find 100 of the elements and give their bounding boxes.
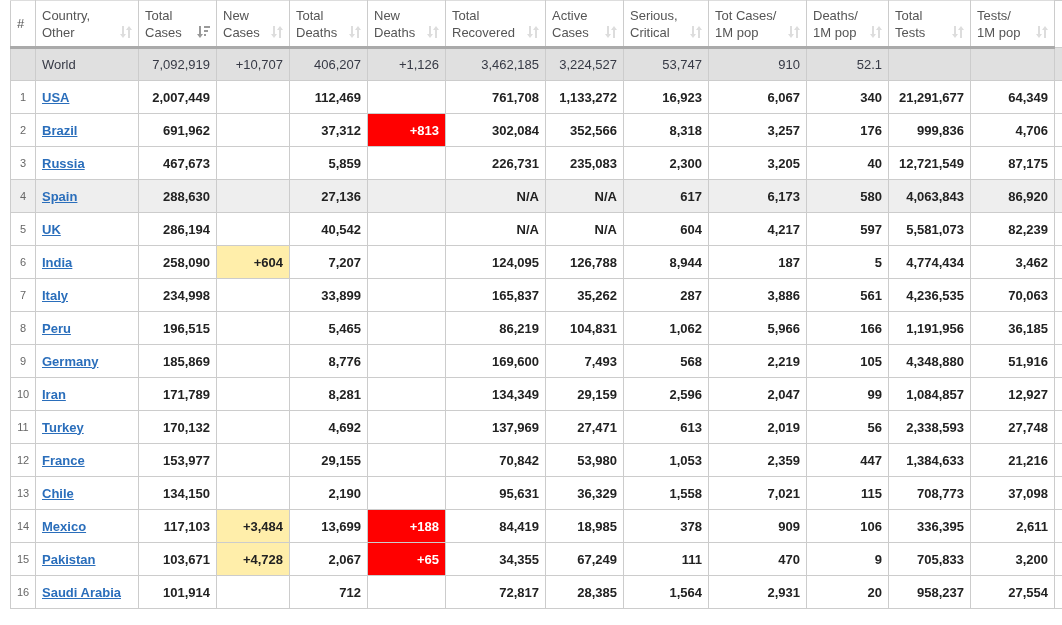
table-cell: 35,262 xyxy=(545,278,624,312)
table-cell: 580 xyxy=(806,179,889,213)
table-cell: 51,916 xyxy=(970,344,1055,378)
table-cell: 82,239 xyxy=(970,212,1055,246)
table-cell: 597 xyxy=(806,212,889,246)
row-number: 5 xyxy=(10,212,36,246)
column-header[interactable]: New Deaths xyxy=(367,0,446,48)
column-header[interactable]: New Cases xyxy=(216,0,290,48)
table-cell: 169,600 xyxy=(445,344,546,378)
table-cell: 33,899 xyxy=(289,278,368,312)
column-header[interactable]: Total Recovered xyxy=(445,0,546,48)
sort-icon[interactable] xyxy=(869,25,883,39)
table-cell: 134,150 xyxy=(138,476,217,510)
column-header[interactable]: Tests/ 1M pop xyxy=(970,0,1055,48)
row-number: 14 xyxy=(10,509,36,543)
table-cell: 2,300 xyxy=(623,146,709,180)
sort-icon[interactable] xyxy=(270,25,284,39)
table-cell: +813 xyxy=(367,113,446,147)
row-number: 12 xyxy=(10,443,36,477)
table-cell: 53,980 xyxy=(545,443,624,477)
table-cell: 185,869 xyxy=(138,344,217,378)
table-cell: 21,216 xyxy=(970,443,1055,477)
table-cell: 470 xyxy=(708,542,807,576)
column-header[interactable]: Deaths/ 1M pop xyxy=(806,0,889,48)
sort-icon[interactable] xyxy=(119,25,133,39)
country-link[interactable]: USA xyxy=(42,89,70,105)
table-cell: 1,062 xyxy=(623,311,709,345)
table-cell: 29,155 xyxy=(289,443,368,477)
table-cell: 352,566 xyxy=(545,113,624,147)
table-cell: 4,063,843 xyxy=(888,179,971,213)
row-number: 4 xyxy=(10,179,36,213)
sort-icon[interactable] xyxy=(604,25,618,39)
table-cell: 165,837 xyxy=(445,278,546,312)
table-cell: 4,348,880 xyxy=(888,344,971,378)
table-cell: 340 xyxy=(806,80,889,114)
table-cell: 18,985 xyxy=(545,509,624,543)
table-cell: 568 xyxy=(623,344,709,378)
table-cell: 104,831 xyxy=(545,311,624,345)
table-cell: 258,090 xyxy=(138,245,217,279)
country-link[interactable]: Spain xyxy=(42,188,78,204)
sort-icon[interactable] xyxy=(951,25,965,39)
column-header[interactable]: Country, Other xyxy=(35,0,139,48)
table-cell: 288,630 xyxy=(138,179,217,213)
country-link[interactable]: Brazil xyxy=(42,122,78,138)
sort-descending-icon[interactable] xyxy=(197,25,211,39)
table-cell: 124,095 xyxy=(445,245,546,279)
country-link[interactable]: Turkey xyxy=(42,419,84,435)
country-link[interactable]: Iran xyxy=(42,386,66,402)
column-header[interactable]: Total Deaths xyxy=(289,0,368,48)
table-cell: 5,465 xyxy=(289,311,368,345)
table-cell: 8,281 xyxy=(289,377,368,411)
country-link[interactable]: Russia xyxy=(42,155,85,171)
table-cell: 447 xyxy=(806,443,889,477)
country-link[interactable]: Peru xyxy=(42,320,71,336)
sort-icon[interactable] xyxy=(426,25,440,39)
table-cell: 761,708 xyxy=(445,80,546,114)
table-cell: 37,098 xyxy=(970,476,1055,510)
table-cell: 1,133,272 xyxy=(545,80,624,114)
table-cell: 40 xyxy=(806,146,889,180)
column-header[interactable]: Total Cases xyxy=(138,0,217,48)
country-link[interactable]: UK xyxy=(42,221,61,237)
table-cell: 101,914 xyxy=(138,575,217,609)
table-cell: +1,126 xyxy=(367,47,446,81)
row-number: 15 xyxy=(10,542,36,576)
country-link[interactable]: Italy xyxy=(42,287,68,303)
country-link[interactable]: Chile xyxy=(42,485,74,501)
table-cell: 36,329 xyxy=(545,476,624,510)
table-cell: 909 xyxy=(708,509,807,543)
country-link[interactable]: France xyxy=(42,452,85,468)
table-cell: 3,462 xyxy=(970,245,1055,279)
column-header[interactable]: Active Cases xyxy=(545,0,624,48)
sort-icon[interactable] xyxy=(689,25,703,39)
table-cell: 53,747 xyxy=(623,47,709,81)
table-cell: 112,469 xyxy=(289,80,368,114)
table-cell: 378 xyxy=(623,509,709,543)
table-cell: 37,312 xyxy=(289,113,368,147)
sort-icon[interactable] xyxy=(348,25,362,39)
table-cell: 4,706 xyxy=(970,113,1055,147)
table-cell: 613 xyxy=(623,410,709,444)
table-cell: 8,318 xyxy=(623,113,709,147)
table-cell: 3,462,185 xyxy=(445,47,546,81)
table-cell: 56 xyxy=(806,410,889,444)
sort-icon[interactable] xyxy=(1035,25,1049,39)
table-cell: 86,219 xyxy=(445,311,546,345)
table-cell: 8,944 xyxy=(623,245,709,279)
table-cell: 6,173 xyxy=(708,179,807,213)
sort-icon[interactable] xyxy=(787,25,801,39)
row-number: 6 xyxy=(10,245,36,279)
table-cell: 910 xyxy=(708,47,807,81)
sort-icon[interactable] xyxy=(526,25,540,39)
table-cell: N/A xyxy=(545,179,624,213)
table-cell: 153,977 xyxy=(138,443,217,477)
country-link[interactable]: India xyxy=(42,254,73,270)
column-header[interactable]: Total Tests xyxy=(888,0,971,48)
table-cell: 5,581,073 xyxy=(888,212,971,246)
table-cell: 2,219 xyxy=(708,344,807,378)
table-cell: 3,886 xyxy=(708,278,807,312)
column-header[interactable]: Tot Cases/ 1M pop xyxy=(708,0,807,48)
table-cell: 5,859 xyxy=(289,146,368,180)
column-header[interactable]: Serious, Critical xyxy=(623,0,709,48)
